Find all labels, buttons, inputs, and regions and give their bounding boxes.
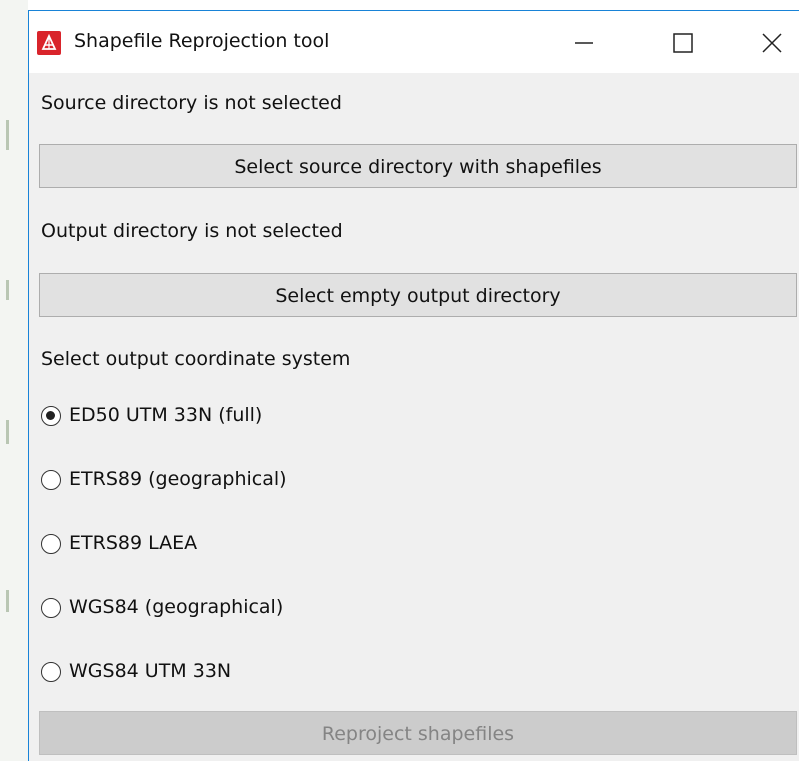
maximize-icon bbox=[673, 33, 693, 53]
close-icon bbox=[762, 33, 782, 53]
reproject-button[interactable]: Reproject shapefiles bbox=[39, 711, 797, 755]
radio-label: ETRS89 (geographical) bbox=[69, 468, 287, 490]
background-mark bbox=[6, 120, 9, 150]
app-logo-icon bbox=[37, 31, 61, 55]
radio-selected-dot bbox=[46, 411, 55, 420]
background-window-edge bbox=[0, 0, 28, 761]
title-bar[interactable]: Shapefile Reprojection tool bbox=[29, 11, 799, 73]
window-title: Shapefile Reprojection tool bbox=[74, 30, 330, 52]
radio-label: WGS84 UTM 33N bbox=[69, 660, 232, 682]
crs-heading: Select output coordinate system bbox=[41, 348, 351, 370]
radio-button[interactable] bbox=[41, 470, 61, 490]
background-mark bbox=[6, 280, 9, 300]
radio-button[interactable] bbox=[41, 598, 61, 618]
select-output-button[interactable]: Select empty output directory bbox=[39, 273, 797, 317]
radio-label: ETRS89 LAEA bbox=[69, 532, 198, 554]
radio-label: ED50 UTM 33N (full) bbox=[69, 404, 263, 426]
source-status-label: Source directory is not selected bbox=[41, 92, 342, 114]
background-mark bbox=[6, 590, 9, 612]
background-mark bbox=[6, 420, 9, 444]
minimize-button[interactable] bbox=[554, 21, 614, 65]
radio-button[interactable] bbox=[41, 534, 61, 554]
close-button[interactable] bbox=[742, 21, 799, 65]
output-status-label: Output directory is not selected bbox=[41, 220, 343, 242]
radio-button[interactable] bbox=[41, 662, 61, 682]
radio-button[interactable] bbox=[41, 406, 61, 426]
app-window: Shapefile Reprojection tool Source direc… bbox=[28, 10, 799, 761]
select-source-button[interactable]: Select source directory with shapefiles bbox=[39, 144, 797, 188]
minimize-icon bbox=[575, 42, 593, 44]
maximize-button[interactable] bbox=[653, 21, 713, 65]
radio-label: WGS84 (geographical) bbox=[69, 596, 284, 618]
